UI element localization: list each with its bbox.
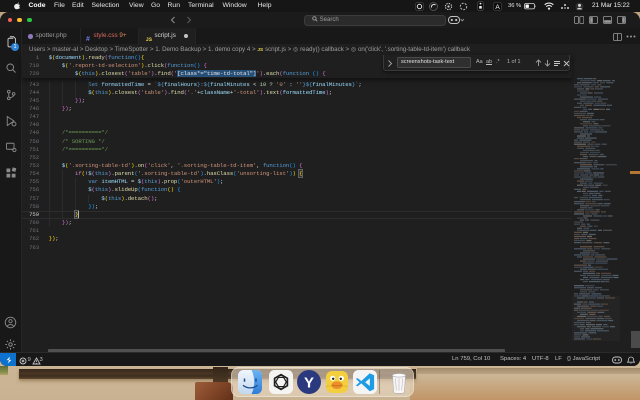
svg-text:Y: Y	[304, 375, 314, 392]
svg-text:A: A	[495, 4, 500, 11]
